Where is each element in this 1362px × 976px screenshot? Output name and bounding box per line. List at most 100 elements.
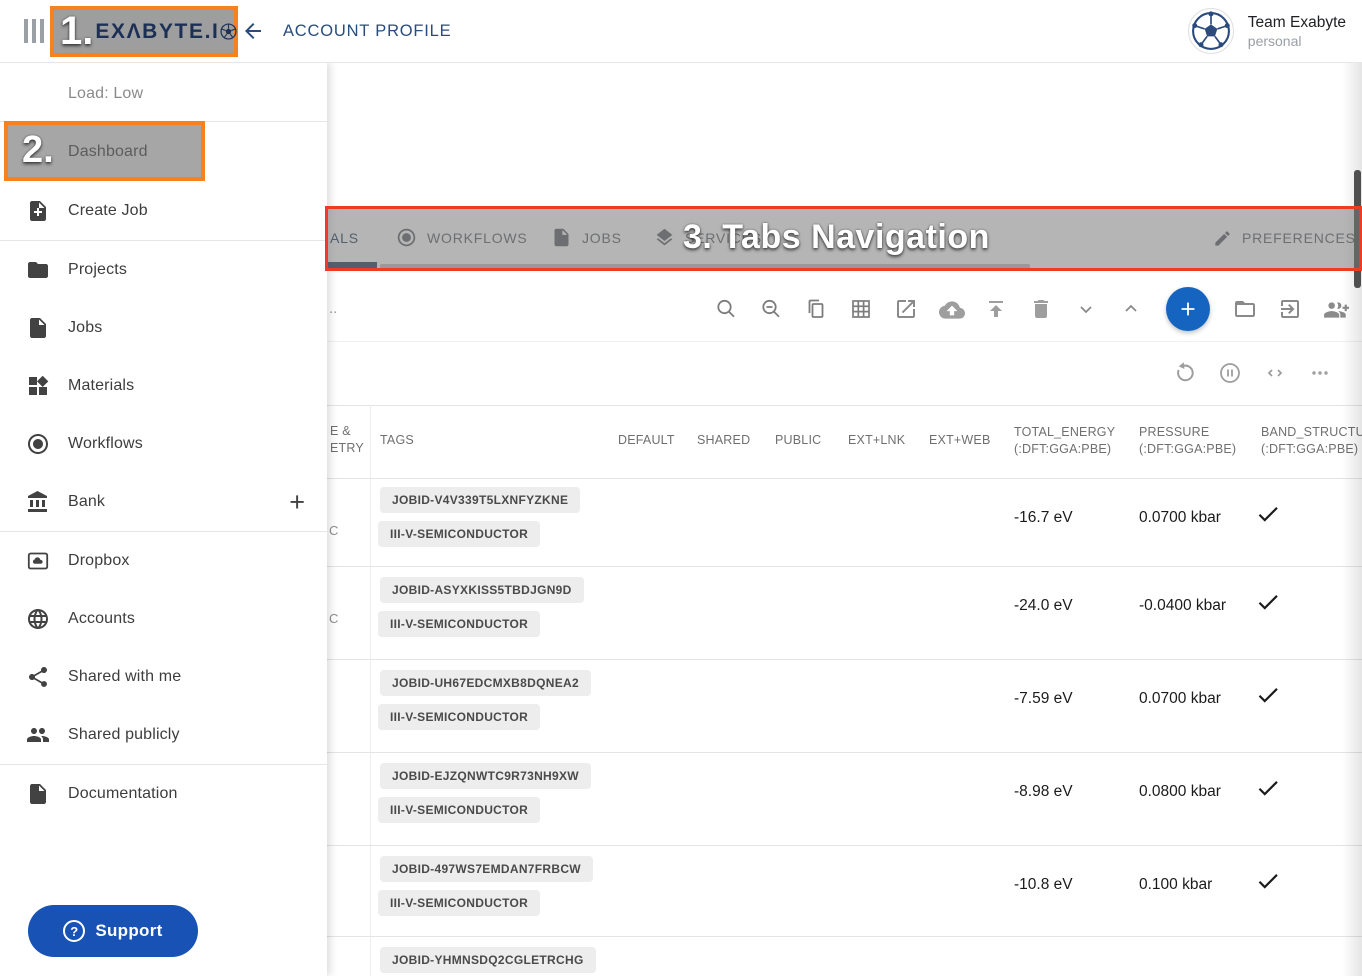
sidebar-item-label: Bank — [68, 493, 105, 511]
share-icon — [26, 665, 50, 689]
col-name-line2[interactable]: ETRY — [330, 441, 364, 455]
sidebar-item-shared-publicly[interactable]: Shared publicly — [0, 706, 327, 764]
more-icon[interactable] — [1308, 361, 1332, 385]
total-energy-value: -8.98 eV — [1014, 783, 1073, 801]
tag-class[interactable]: III-V-SEMICONDUCTOR — [378, 611, 540, 637]
folder-icon — [26, 258, 50, 282]
table-row[interactable]: JOBID-EJZQNWTC9R73NH9XW III-V-SEMICONDUC… — [327, 752, 1362, 845]
pressure-value: 0.100 kbar — [1139, 876, 1212, 894]
search-icon[interactable] — [714, 297, 738, 321]
sidebar-item-label: Accounts — [68, 610, 135, 628]
col-band-structure[interactable]: BAND_STRUCTU — [1261, 425, 1362, 439]
tag-jobid[interactable]: JOBID-V4V339T5LXNFYZKNE — [380, 487, 580, 513]
col-shared[interactable]: SHARED — [697, 433, 750, 447]
zoom-out-search-icon[interactable] — [759, 297, 783, 321]
col-tags[interactable]: TAGS — [380, 433, 414, 447]
cloud-upload-icon[interactable] — [939, 297, 963, 321]
divider — [327, 405, 1362, 406]
col-default[interactable]: DEFAULT — [618, 433, 675, 447]
sidebar-item-documentation[interactable]: Documentation — [0, 765, 327, 823]
sidebar-item-dropbox[interactable]: Dropbox — [0, 532, 327, 590]
tag-jobid[interactable]: JOBID-YHMNSDQ2CGLETRCHG — [380, 947, 596, 973]
tag-jobid[interactable]: JOBID-ASYXKISS5TBDJGN9D — [380, 577, 584, 603]
chevron-up-icon[interactable] — [1119, 297, 1143, 321]
total-energy-value: -7.59 eV — [1014, 690, 1073, 708]
sidebar-item-label: Documentation — [68, 785, 178, 803]
divider — [327, 341, 1362, 342]
col-ext-web[interactable]: EXT+WEB — [929, 433, 990, 447]
group-add-icon[interactable] — [1323, 297, 1347, 321]
search-input[interactable]: .. — [329, 300, 337, 317]
sidebar-item-label: Dropbox — [68, 552, 130, 570]
pressure-value: -0.0400 kbar — [1139, 597, 1226, 615]
table-row[interactable]: JOBID-YHMNSDQ2CGLETRCHG — [327, 936, 1362, 976]
sidebar-item-load: Load: Low — [0, 65, 327, 123]
col-total-energy[interactable]: TOTAL_ENERGY — [1014, 425, 1115, 439]
sidebar-item-materials[interactable]: Materials — [0, 357, 327, 415]
copy-icon[interactable] — [804, 297, 828, 321]
band-structure-check-icon — [1255, 868, 1281, 894]
col-pressure[interactable]: PRESSURE — [1139, 425, 1209, 439]
pause-icon[interactable] — [1218, 361, 1242, 385]
col-public[interactable]: PUBLIC — [775, 433, 821, 447]
table-row[interactable]: JOBID-497WS7EMDAN7FRBCW III-V-SEMICONDUC… — [327, 845, 1362, 938]
band-structure-check-icon — [1255, 501, 1281, 527]
sidebar-item-shared-with-me[interactable]: Shared with me — [0, 648, 327, 706]
exit-to-app-icon[interactable] — [1278, 297, 1302, 321]
menu-icon[interactable] — [24, 19, 46, 43]
load-status-label: Load: Low — [68, 85, 143, 103]
tag-jobid[interactable]: JOBID-EJZQNWTC9R73NH9XW — [380, 763, 591, 789]
file-icon — [26, 316, 50, 340]
page-title: ACCOUNT PROFILE — [283, 0, 451, 62]
col-total-energy-sub: (:DFT:GGA:PBE) — [1014, 442, 1111, 456]
chevron-down-icon[interactable] — [1074, 297, 1098, 321]
table-row[interactable]: C JOBID-V4V339T5LXNFYZKNE III-V-SEMICOND… — [327, 478, 1362, 571]
sidebar-item-create-job[interactable]: Create Job — [0, 182, 327, 240]
total-energy-value: -10.8 eV — [1014, 876, 1073, 894]
tag-class[interactable]: III-V-SEMICONDUCTOR — [378, 890, 540, 916]
tag-jobid[interactable]: JOBID-497WS7EMDAN7FRBCW — [380, 856, 593, 882]
total-energy-value: -16.7 eV — [1014, 509, 1073, 527]
help-icon: ? — [63, 920, 85, 942]
delete-icon[interactable] — [1029, 297, 1053, 321]
col-name-line1[interactable]: E & — [330, 424, 351, 438]
tag-class[interactable]: III-V-SEMICONDUCTOR — [378, 797, 540, 823]
code-icon[interactable] — [1263, 361, 1287, 385]
refresh-icon[interactable] — [1173, 361, 1197, 385]
folder-icon[interactable] — [1233, 297, 1257, 321]
exabyte-logo[interactable]: EXΛBYTE.I — [95, 20, 237, 44]
sidebar-item-bank[interactable]: Bank + — [0, 473, 327, 531]
logo-ball-icon — [220, 23, 237, 40]
annotation-step2-number: 2. — [22, 129, 54, 172]
sidebar-item-accounts[interactable]: Accounts — [0, 590, 327, 648]
widgets-icon — [26, 374, 50, 398]
table-row[interactable]: JOBID-UH67EDCMXB8DQNEA2 III-V-SEMICONDUC… — [327, 659, 1362, 752]
add-button[interactable] — [1166, 287, 1210, 331]
tag-jobid[interactable]: JOBID-UH67EDCMXB8DQNEA2 — [380, 670, 591, 696]
dropbox-icon — [26, 549, 50, 573]
sidebar-item-label: Materials — [68, 377, 134, 395]
col-pressure-sub: (:DFT:GGA:PBE) — [1139, 442, 1236, 456]
bank-add-icon[interactable]: + — [289, 473, 305, 531]
sidebar-item-workflows[interactable]: Workflows — [0, 415, 327, 473]
support-button[interactable]: ? Support — [28, 905, 198, 957]
toolbar — [714, 285, 1347, 333]
sidebar-item-jobs[interactable]: Jobs — [0, 299, 327, 357]
annotation-step1-number: 1. — [60, 9, 93, 54]
people-icon — [26, 723, 50, 747]
tag-class[interactable]: III-V-SEMICONDUCTOR — [378, 704, 540, 730]
globe-icon — [26, 607, 50, 631]
team-name: Team Exabyte — [1248, 13, 1346, 32]
back-arrow-icon[interactable] — [241, 19, 265, 43]
annotation-step2-dashboard: 2. — [4, 121, 205, 181]
grid-view-icon[interactable] — [849, 297, 873, 321]
tag-class[interactable]: III-V-SEMICONDUCTOR — [378, 521, 540, 547]
pressure-value: 0.0800 kbar — [1139, 783, 1221, 801]
sidebar-item-projects[interactable]: Projects — [0, 241, 327, 299]
open-in-new-icon[interactable] — [894, 297, 918, 321]
team-account-menu[interactable]: Team Exabyte personal — [1188, 0, 1346, 62]
material-name-fragment: C — [329, 611, 338, 626]
table-row[interactable]: C JOBID-ASYXKISS5TBDJGN9D III-V-SEMICOND… — [327, 566, 1362, 659]
upload-icon[interactable] — [984, 297, 1008, 321]
col-ext-lnk[interactable]: EXT+LNK — [848, 433, 905, 447]
